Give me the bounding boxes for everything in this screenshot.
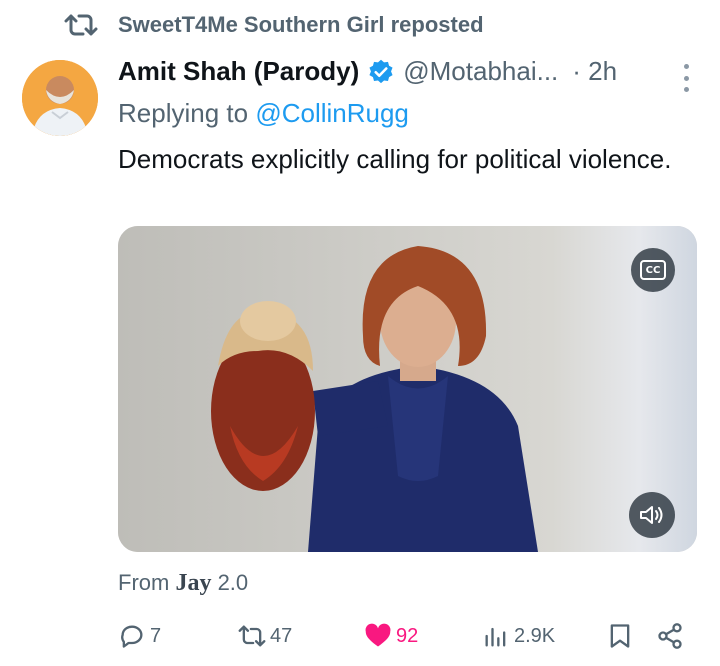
avatar-image [22,60,98,136]
share-button[interactable] [656,616,684,656]
source-label: From Jay 2.0 [118,570,248,597]
reply-button[interactable]: 7 [118,616,161,656]
replying-to: Replying to @CollinRugg [118,98,409,129]
more-options-icon[interactable] [682,64,690,92]
author-name[interactable]: Amit Shah (Parody) [118,56,359,87]
timestamp[interactable]: · 2h [572,56,617,87]
verified-badge-icon[interactable] [367,58,395,86]
share-icon [658,623,682,649]
bookmark-button[interactable] [606,616,634,656]
repost-button[interactable]: 47 [238,616,292,656]
reply-icon [121,625,143,648]
views-count: 2.9K [514,624,556,647]
repost-count: 47 [270,624,293,647]
captions-label: CC [640,260,666,280]
author-handle[interactable]: @Motabhai... [403,56,558,87]
heart-filled-icon [365,623,391,647]
source-app-version: 2.0 [211,570,249,595]
repost-indicator[interactable]: SweetT4Me Southern Girl reposted [64,10,484,40]
replying-mention-link[interactable]: @CollinRugg [255,98,409,128]
avatar[interactable] [22,60,98,136]
source-app-name: Jay [175,570,212,596]
tweet-header: Amit Shah (Parody) @Motabhai... · 2h [118,56,696,87]
bookmark-icon [610,624,630,648]
tweet-actions: 7 47 92 2.9K [118,616,688,656]
repost-text[interactable]: SweetT4Me Southern Girl reposted [118,12,484,38]
video-frame [118,226,697,552]
video-player[interactable]: CC [118,226,697,552]
repost-action-icon [238,625,266,647]
like-button[interactable]: 92 [364,616,418,656]
repost-icon [64,14,98,36]
like-count: 92 [396,624,419,647]
captions-button[interactable]: CC [631,248,675,292]
speaker-icon [640,506,663,524]
replying-prefix: Replying to [118,98,256,128]
reply-count: 7 [150,624,162,647]
volume-button[interactable] [629,492,675,538]
tweet-text: Democrats explicitly calling for politic… [118,144,672,174]
views-chart-icon [485,627,506,647]
views-button[interactable]: 2.9K [482,616,555,656]
source-prefix: From [118,570,176,595]
